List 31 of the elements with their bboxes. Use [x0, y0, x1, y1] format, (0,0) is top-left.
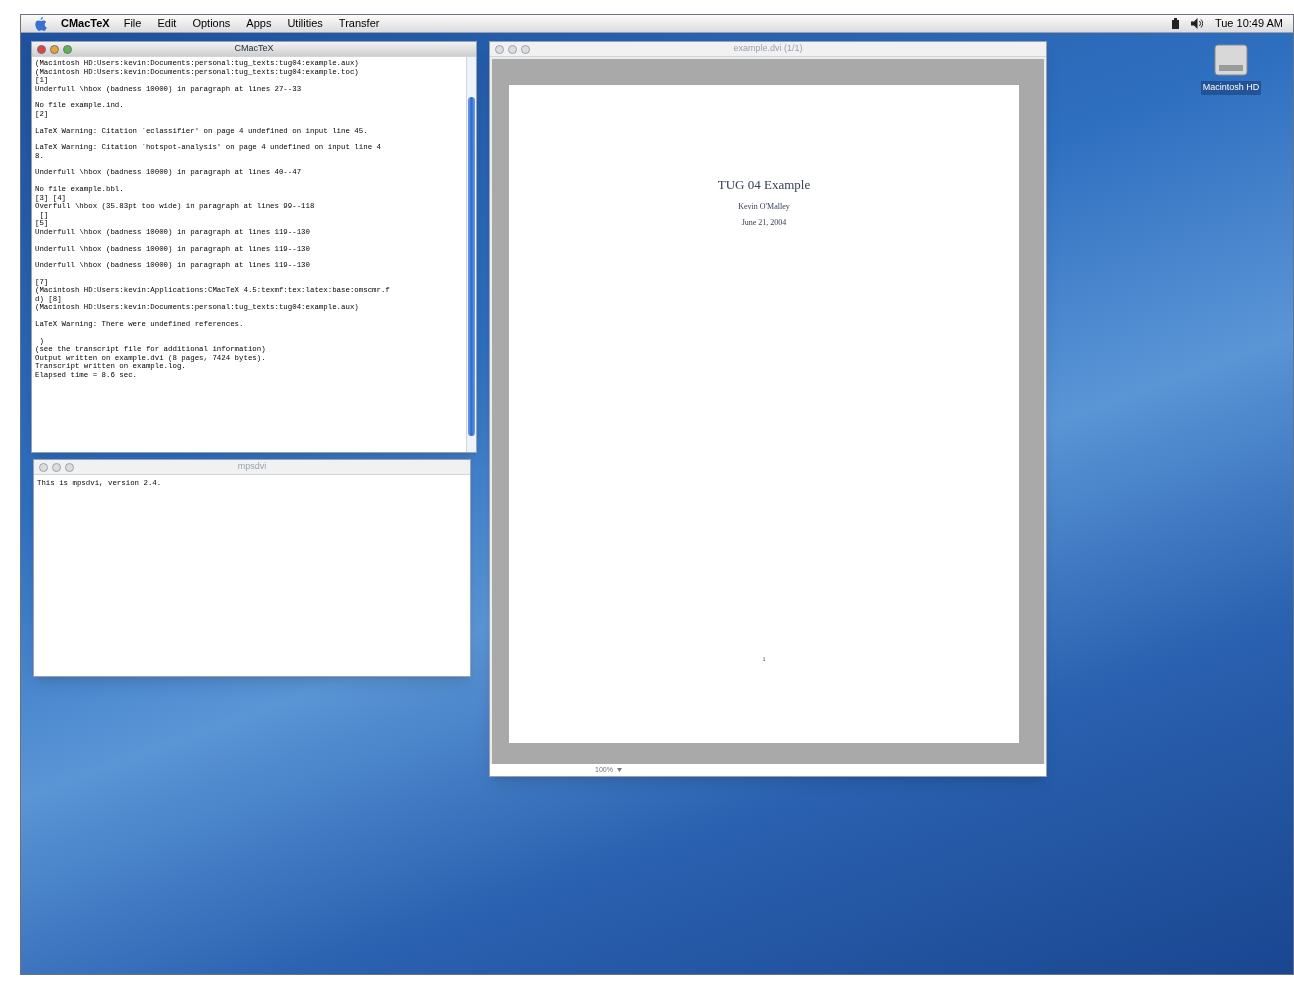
close-button[interactable] — [37, 45, 46, 54]
minimize-button[interactable] — [50, 45, 59, 54]
menu-item[interactable]: Apps — [246, 15, 272, 32]
minimize-button[interactable] — [52, 463, 61, 472]
zoom-button[interactable] — [63, 45, 72, 54]
zoom-button[interactable] — [65, 463, 74, 472]
menu-clock[interactable]: Tue 10:49 AM — [1214, 15, 1283, 32]
zoom-button[interactable] — [521, 45, 530, 54]
minimize-button[interactable] — [508, 45, 517, 54]
window-title: mpsdvi — [237, 460, 267, 474]
menu-item[interactable]: File — [123, 15, 142, 32]
battery-icon[interactable] — [1171, 18, 1179, 29]
close-button[interactable] — [39, 463, 48, 472]
apple-menu-icon[interactable] — [35, 16, 47, 31]
caret-icon[interactable] — [616, 767, 622, 773]
document-title: TUG 04 Example — [717, 176, 811, 194]
document-author: Kevin O'Malley — [738, 200, 790, 213]
menu-item[interactable]: Options — [192, 15, 231, 32]
close-button[interactable] — [495, 45, 504, 54]
desktop-icon-label[interactable]: Macintosh HD — [1200, 81, 1262, 95]
window-title: example.dvi (1/1) — [733, 42, 803, 56]
menu-item[interactable]: Edit — [157, 15, 177, 32]
hard-drive-icon[interactable] — [1211, 43, 1251, 77]
scroll-bar[interactable] — [466, 57, 476, 452]
menu-item[interactable]: Utilities — [287, 15, 323, 32]
app-menu[interactable]: CMacTeX — [61, 15, 110, 32]
speaker-icon[interactable] — [1190, 18, 1203, 29]
scroll-thumb[interactable] — [468, 97, 475, 436]
document-date: June 21, 2004 — [741, 216, 787, 229]
menu-item[interactable]: Transfer — [338, 15, 380, 32]
window-title: CMacTeX — [234, 42, 274, 56]
